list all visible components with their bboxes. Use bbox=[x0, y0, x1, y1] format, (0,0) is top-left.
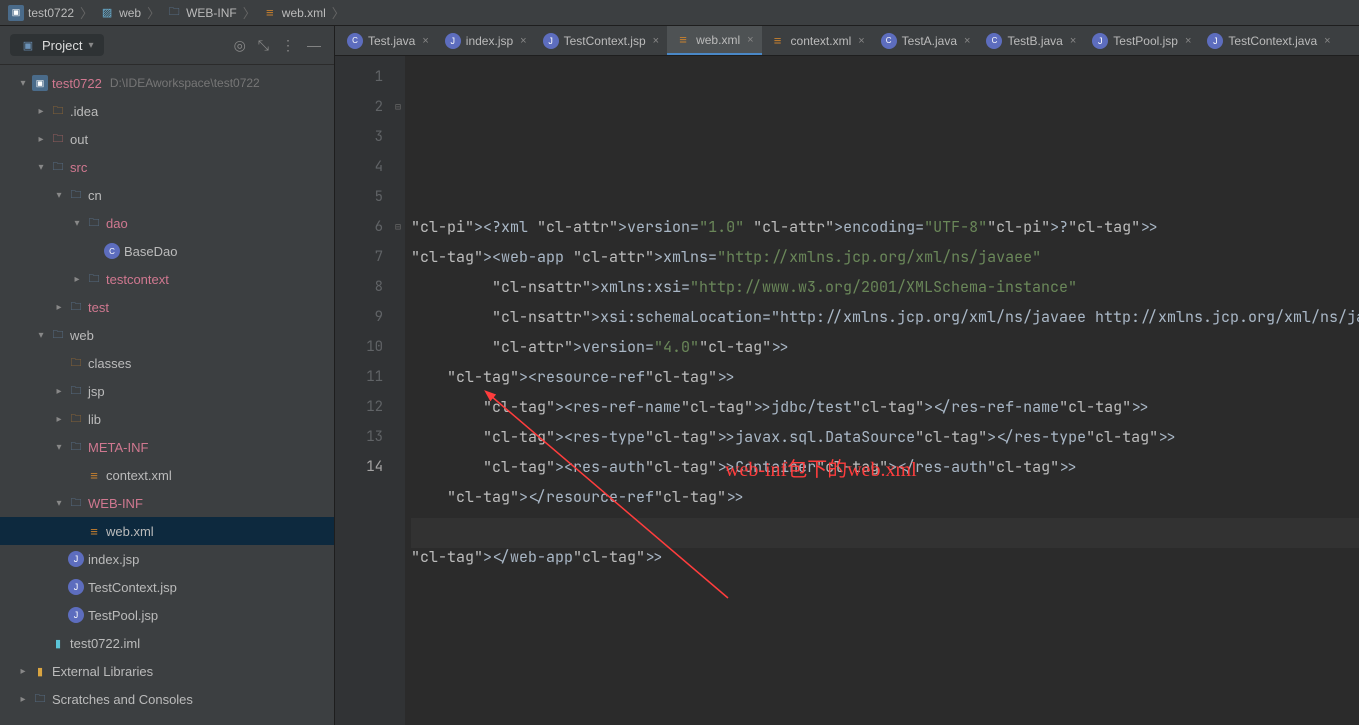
line-number: 11 bbox=[335, 362, 405, 392]
tree-row[interactable]: ▾🗀cn bbox=[0, 181, 334, 209]
editor-pane: CTest.java×Jindex.jsp×JTestContext.jsp×≡… bbox=[335, 26, 1359, 725]
line-number: 9 bbox=[335, 302, 405, 332]
breadcrumb-item[interactable]: ▨ web bbox=[99, 5, 141, 21]
minimize-icon[interactable]: — bbox=[304, 37, 324, 53]
editor-tab[interactable]: CTestA.java× bbox=[873, 26, 979, 55]
annotation-text: web-inf包下的web.xml bbox=[725, 453, 917, 482]
tree-row[interactable]: Jindex.jsp bbox=[0, 545, 334, 573]
editor-tab[interactable]: JTestContext.jsp× bbox=[535, 26, 667, 55]
tree-row[interactable]: ▸🗀out bbox=[0, 125, 334, 153]
editor-tab[interactable]: ≡context.xml× bbox=[762, 26, 873, 55]
tree-row[interactable]: ▾🗀dao bbox=[0, 209, 334, 237]
tree-row[interactable]: ≡web.xml bbox=[0, 517, 334, 545]
code-line[interactable] bbox=[411, 512, 1359, 542]
tree-row[interactable]: ▾▣test0722D:\IDEAworkspace\test0722 bbox=[0, 69, 334, 97]
editor-tab[interactable]: CTestB.java× bbox=[978, 26, 1084, 55]
close-icon[interactable]: × bbox=[1070, 35, 1076, 47]
close-icon[interactable]: × bbox=[422, 35, 428, 47]
line-number: 3 bbox=[335, 122, 405, 152]
close-icon[interactable]: × bbox=[1185, 35, 1191, 47]
tree-row[interactable]: 🗀classes bbox=[0, 349, 334, 377]
tree-row[interactable]: ≡context.xml bbox=[0, 461, 334, 489]
line-number: 8 bbox=[335, 272, 405, 302]
line-number: 10 bbox=[335, 332, 405, 362]
editor-tab[interactable]: ≡web.xml× bbox=[667, 26, 761, 55]
breadcrumb-item[interactable]: ▣ test0722 bbox=[8, 5, 74, 21]
chevron-down-icon: ▾ bbox=[88, 40, 93, 51]
tree-row[interactable]: JTestPool.jsp bbox=[0, 601, 334, 629]
code-line[interactable]: "cl-tag"></web-app"cl-tag">> bbox=[411, 542, 1359, 572]
tree-row[interactable]: ▾🗀META-INF bbox=[0, 433, 334, 461]
line-number: 13 bbox=[335, 422, 405, 452]
code-line[interactable]: "cl-tag"></resource-ref"cl-tag">> bbox=[411, 482, 1359, 512]
close-icon[interactable]: × bbox=[1324, 35, 1330, 47]
tree-row[interactable]: ▮test0722.iml bbox=[0, 629, 334, 657]
folder-icon: ▣ bbox=[20, 37, 36, 53]
line-number: 5 bbox=[335, 182, 405, 212]
project-dropdown[interactable]: ▣ Project ▾ bbox=[10, 34, 104, 56]
tree-row[interactable]: ▾🗀web bbox=[0, 321, 334, 349]
tree-row[interactable]: JTestContext.jsp bbox=[0, 573, 334, 601]
code-line[interactable]: "cl-tag"><web-app "cl-attr">xmlns="http:… bbox=[411, 242, 1359, 272]
tree-row[interactable]: ▾🗀src bbox=[0, 153, 334, 181]
editor-tab[interactable]: CTest.java× bbox=[339, 26, 437, 55]
line-number: 6⊟ bbox=[335, 212, 405, 242]
breadcrumb-item[interactable]: 🗀 WEB-INF bbox=[166, 5, 237, 21]
tree-row[interactable]: ▾🗀WEB-INF bbox=[0, 489, 334, 517]
line-number: 1 bbox=[335, 62, 405, 92]
close-icon[interactable]: × bbox=[964, 35, 970, 47]
code-line[interactable]: "cl-tag"><res-type"cl-tag">>javax.sql.Da… bbox=[411, 422, 1359, 452]
line-number: 14 bbox=[335, 452, 405, 482]
close-icon[interactable]: × bbox=[858, 35, 864, 47]
more-icon[interactable]: ⋮ bbox=[278, 37, 298, 54]
tree-row[interactable]: ▸🗀lib bbox=[0, 405, 334, 433]
tree-row[interactable]: ▸🗀testcontext bbox=[0, 265, 334, 293]
project-tree[interactable]: ▾▣test0722D:\IDEAworkspace\test0722▸🗀.id… bbox=[0, 65, 334, 725]
gutter: 12⊟3456⊟7891011121314 bbox=[335, 56, 405, 725]
tree-row[interactable]: CBaseDao bbox=[0, 237, 334, 265]
collapse-icon[interactable]: ⤡ bbox=[255, 37, 272, 54]
code-line[interactable]: "cl-pi"><?xml "cl-attr">version="1.0" "c… bbox=[411, 212, 1359, 242]
line-number: 4 bbox=[335, 152, 405, 182]
project-sidebar: ▣ Project ▾ ◎ ⤡ ⋮ — ▾▣test0722D:\IDEAwor… bbox=[0, 26, 335, 725]
target-icon[interactable]: ◎ bbox=[231, 37, 249, 54]
breadcrumb: ▣ test0722〉▨ web〉🗀 WEB-INF〉≡ web.xml〉 bbox=[0, 0, 1359, 26]
code-line[interactable]: "cl-attr">version="4.0""cl-tag">> bbox=[411, 332, 1359, 362]
tree-row[interactable]: ▸🗀test bbox=[0, 293, 334, 321]
code-area[interactable]: 12⊟3456⊟7891011121314 "cl-pi"><?xml "cl-… bbox=[335, 56, 1359, 725]
tree-row[interactable]: ▸🗀Scratches and Consoles bbox=[0, 685, 334, 713]
close-icon[interactable]: × bbox=[653, 35, 659, 47]
editor-tab[interactable]: Jindex.jsp× bbox=[437, 26, 535, 55]
breadcrumb-item[interactable]: ≡ web.xml bbox=[262, 5, 326, 21]
code-line[interactable]: "cl-nsattr">xmlns:xsi="http://www.w3.org… bbox=[411, 272, 1359, 302]
code-line[interactable] bbox=[411, 602, 1359, 632]
editor-tab[interactable]: JTestContext.java× bbox=[1199, 26, 1338, 55]
line-number: 12 bbox=[335, 392, 405, 422]
project-label: Project bbox=[42, 38, 82, 53]
close-icon[interactable]: × bbox=[747, 34, 753, 46]
code-line[interactable]: "cl-nsattr">xsi:schemaLocation="http://x… bbox=[411, 302, 1359, 332]
tree-row[interactable]: ▸🗀jsp bbox=[0, 377, 334, 405]
editor-tab[interactable]: JTestPool.jsp× bbox=[1084, 26, 1199, 55]
tree-row[interactable]: ▸▮External Libraries bbox=[0, 657, 334, 685]
code[interactable]: "cl-pi"><?xml "cl-attr">version="1.0" "c… bbox=[405, 56, 1359, 725]
code-line[interactable]: "cl-tag"><resource-ref"cl-tag">> bbox=[411, 362, 1359, 392]
code-line[interactable] bbox=[411, 572, 1359, 602]
line-number: 7 bbox=[335, 242, 405, 272]
tree-row[interactable]: ▸🗀.idea bbox=[0, 97, 334, 125]
close-icon[interactable]: × bbox=[520, 35, 526, 47]
line-number: 2⊟ bbox=[335, 92, 405, 122]
editor-tabs: CTest.java×Jindex.jsp×JTestContext.jsp×≡… bbox=[335, 26, 1359, 56]
code-line[interactable]: "cl-tag"><res-ref-name"cl-tag">>jdbc/tes… bbox=[411, 392, 1359, 422]
